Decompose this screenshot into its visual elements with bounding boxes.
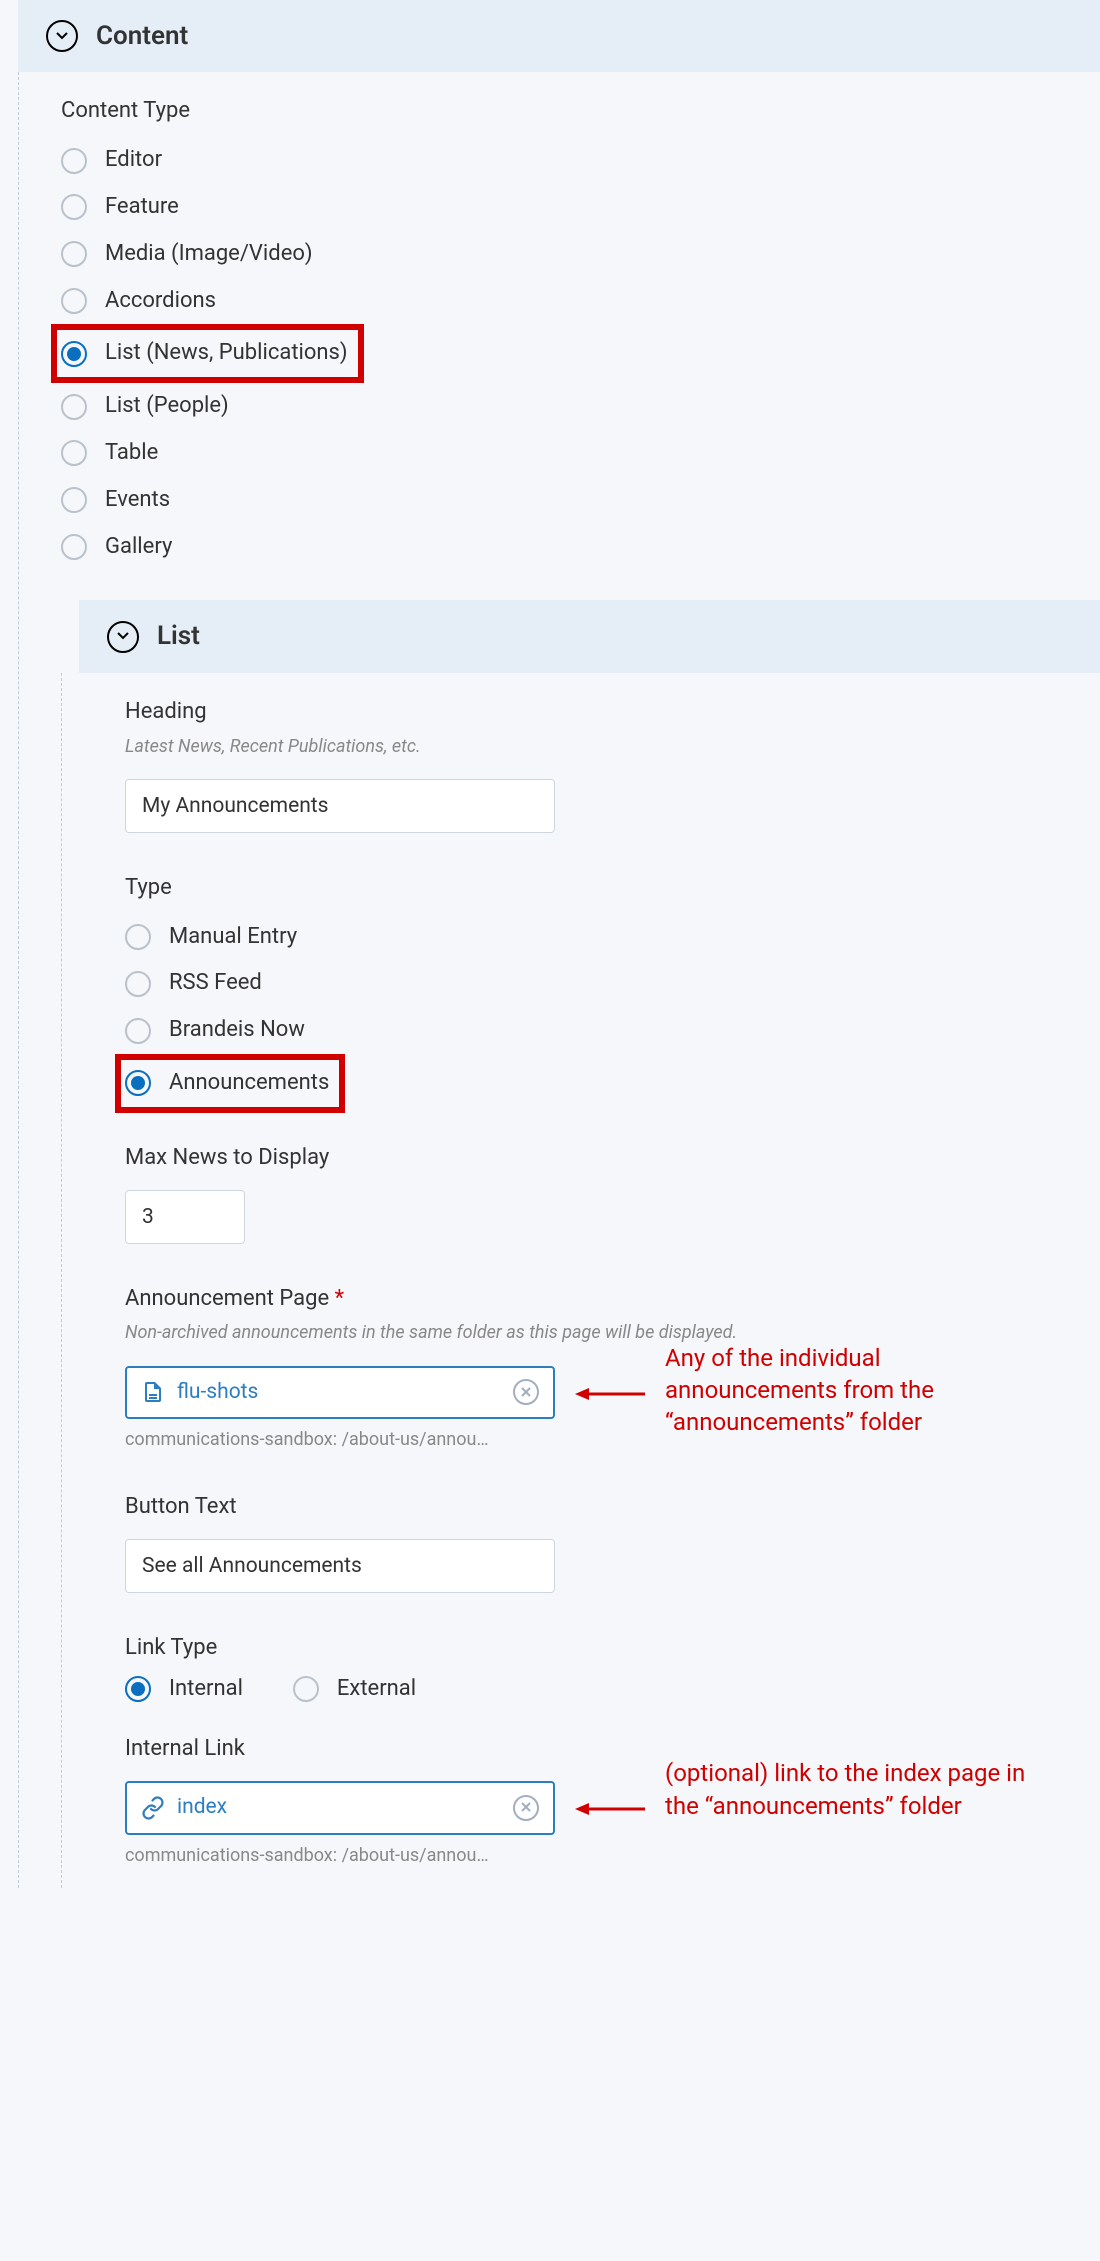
button-text-label: Button Text <box>125 1492 1100 1523</box>
section-header-list: List <box>79 600 1100 672</box>
chevron-down-icon <box>54 27 70 46</box>
radio-manual-entry[interactable]: Manual Entry <box>125 914 1100 961</box>
radio-events[interactable]: Events <box>61 477 1100 524</box>
radio-list-news[interactable]: List (News, Publications) <box>61 334 348 373</box>
radio-label: Gallery <box>105 532 172 563</box>
radio-label: Announcements <box>169 1068 329 1099</box>
radio-icon <box>61 288 87 314</box>
section-title-content: Content <box>96 18 188 54</box>
radio-icon <box>61 148 87 174</box>
radio-gallery[interactable]: Gallery <box>61 524 1100 571</box>
radio-label: External <box>337 1674 416 1705</box>
radio-label: Events <box>105 485 170 516</box>
radio-label: Brandeis Now <box>169 1015 305 1046</box>
radio-external[interactable]: External <box>293 1674 416 1705</box>
radio-icon-selected <box>125 1676 151 1702</box>
section-title-list: List <box>157 618 200 654</box>
content-type-label: Content Type <box>61 96 1100 127</box>
max-news-label: Max News to Display <box>125 1143 1100 1174</box>
radio-brandeis-now[interactable]: Brandeis Now <box>125 1007 1100 1054</box>
announcement-page-annotation: Any of the individual announcements from… <box>665 1342 1045 1439</box>
annotation-arrow-icon <box>575 1384 645 1404</box>
announcement-page-label: Announcement Page * <box>125 1284 1100 1315</box>
heading-help: Latest News, Recent Publications, etc. <box>125 734 1100 759</box>
radio-feature[interactable]: Feature <box>61 184 1100 231</box>
radio-table[interactable]: Table <box>61 430 1100 477</box>
radio-label: Internal <box>169 1674 243 1705</box>
required-asterisk: * <box>335 1286 344 1311</box>
radio-icon <box>61 194 87 220</box>
collapse-button-list[interactable] <box>107 621 139 653</box>
internal-link-value: index <box>177 1793 501 1822</box>
radio-accordions[interactable]: Accordions <box>61 278 1100 325</box>
internal-link-path: communications-sandbox: /about-us/annou… <box>125 1843 555 1868</box>
announcement-page-selector[interactable]: flu-shots <box>125 1366 555 1419</box>
radio-icon <box>61 534 87 560</box>
radio-label: Feature <box>105 192 179 223</box>
radio-icon <box>61 487 87 513</box>
list-type-group: Manual Entry RSS Feed Brandeis Now Annou… <box>125 914 1100 1113</box>
radio-internal[interactable]: Internal <box>125 1674 243 1705</box>
radio-icon <box>125 924 151 950</box>
radio-icon <box>61 241 87 267</box>
radio-icon <box>61 440 87 466</box>
content-body: Content Type Editor Feature Media (Image… <box>19 72 1100 570</box>
close-icon <box>520 1378 532 1407</box>
radio-icon <box>61 394 87 420</box>
radio-announcements[interactable]: Announcements <box>125 1064 329 1103</box>
annotation-arrow-icon <box>575 1799 645 1819</box>
radio-icon-selected <box>125 1070 151 1096</box>
internal-link-selector[interactable]: index <box>125 1781 555 1834</box>
content-type-group: Editor Feature Media (Image/Video) Accor… <box>61 137 1100 570</box>
button-text-input[interactable] <box>125 1539 555 1593</box>
radio-label: Manual Entry <box>169 922 297 953</box>
radio-label: Table <box>105 438 158 469</box>
announcement-page-path: communications-sandbox: /about-us/annou… <box>125 1427 555 1452</box>
radio-label: RSS Feed <box>169 968 262 999</box>
radio-label: List (People) <box>105 391 229 422</box>
close-icon <box>520 1793 532 1822</box>
clear-announcement-page[interactable] <box>513 1379 539 1405</box>
radio-icon <box>125 971 151 997</box>
radio-rss-feed[interactable]: RSS Feed <box>125 960 1100 1007</box>
max-news-input[interactable] <box>125 1190 245 1244</box>
clear-internal-link[interactable] <box>513 1795 539 1821</box>
highlight-list-type: Announcements <box>115 1054 345 1113</box>
radio-label: List (News, Publications) <box>105 338 348 369</box>
radio-label: Media (Image/Video) <box>105 239 313 270</box>
radio-media[interactable]: Media (Image/Video) <box>61 231 1100 278</box>
heading-input[interactable] <box>125 779 555 833</box>
radio-icon <box>293 1676 319 1702</box>
radio-list-people[interactable]: List (People) <box>61 383 1100 430</box>
chevron-down-icon <box>115 627 131 646</box>
page-icon <box>141 1380 165 1404</box>
radio-label: Accordions <box>105 286 216 317</box>
radio-icon-selected <box>61 341 87 367</box>
radio-icon <box>125 1018 151 1044</box>
link-type-label: Link Type <box>125 1633 1100 1664</box>
announcement-page-value: flu-shots <box>177 1378 501 1407</box>
section-header-content: Content <box>18 0 1100 72</box>
collapse-button-content[interactable] <box>46 20 78 52</box>
announcement-page-label-text: Announcement Page <box>125 1286 329 1311</box>
radio-editor[interactable]: Editor <box>61 137 1100 184</box>
link-icon <box>141 1796 165 1820</box>
radio-label: Editor <box>105 145 162 176</box>
highlight-content-type: List (News, Publications) <box>51 324 364 383</box>
list-type-label: Type <box>125 873 1100 904</box>
list-body: Heading Latest News, Recent Publications… <box>62 673 1100 1878</box>
heading-label: Heading <box>125 697 1100 728</box>
link-type-group: Internal External <box>125 1674 1100 1705</box>
internal-link-annotation: (optional) link to the index page in the… <box>665 1757 1045 1822</box>
